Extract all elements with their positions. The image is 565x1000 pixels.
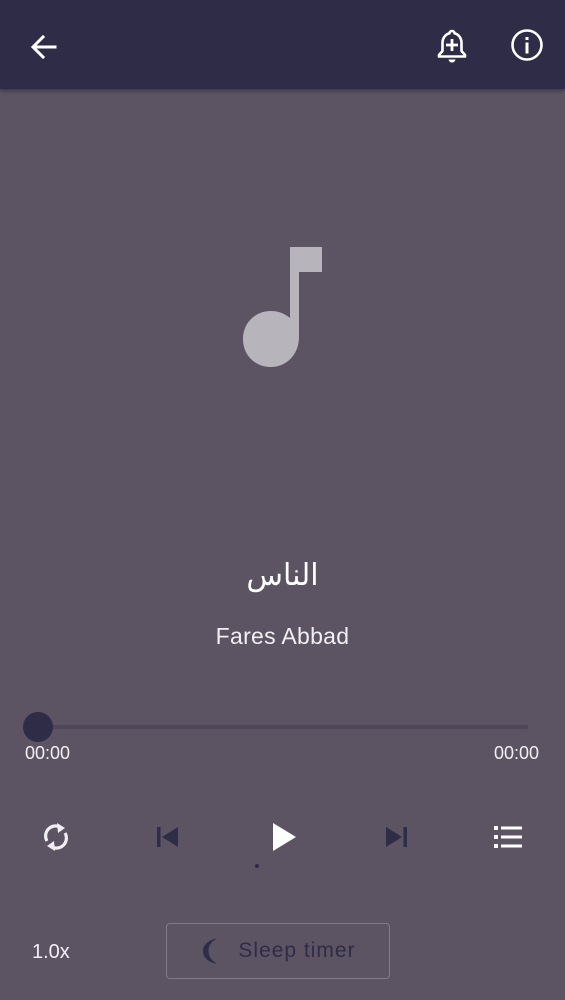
play-button[interactable]	[259, 812, 309, 862]
app-bar	[0, 0, 565, 89]
progress-thumb[interactable]	[23, 712, 53, 742]
info-circle-icon	[511, 29, 543, 61]
back-button[interactable]	[22, 25, 66, 69]
arrow-left-icon	[30, 34, 57, 60]
track-title: الناس	[246, 558, 319, 593]
sleep-timer-button[interactable]: Sleep timer	[166, 923, 390, 979]
add-alarm-bell-icon	[437, 29, 467, 63]
moon-icon	[203, 938, 218, 964]
repeat-icon	[44, 823, 68, 851]
current-time: 00:00	[25, 743, 71, 763]
next-button[interactable]	[371, 812, 421, 862]
previous-button[interactable]	[143, 812, 193, 862]
playlist-icon	[494, 826, 522, 848]
track-artist: Fares Abbad	[215, 623, 350, 649]
skip-previous-icon	[157, 827, 178, 847]
skip-next-icon	[386, 827, 407, 847]
info-button[interactable]	[505, 23, 549, 67]
play-icon	[273, 823, 296, 851]
total-time: 00:00	[493, 743, 539, 763]
add-reminder-button[interactable]	[430, 23, 474, 69]
sleep-timer-label: Sleep timer	[238, 939, 356, 962]
playlist-button[interactable]	[483, 812, 533, 862]
repeat-button[interactable]	[31, 812, 81, 862]
progress-track[interactable]	[38, 725, 528, 729]
focus-indicator-dot	[255, 864, 259, 868]
music-note-icon	[243, 247, 322, 367]
playback-speed-button[interactable]: 1.0x	[32, 941, 70, 964]
